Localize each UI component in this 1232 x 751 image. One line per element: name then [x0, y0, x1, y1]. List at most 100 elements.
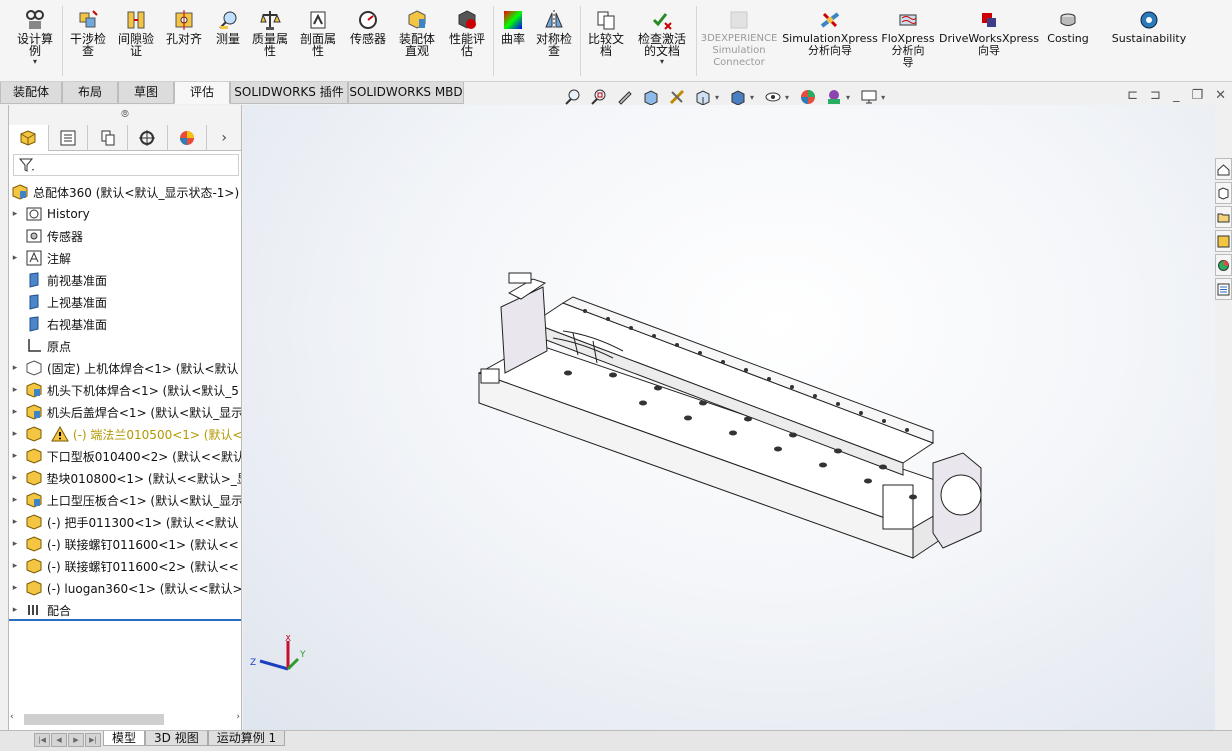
tab-3d-view[interactable]: 3D 视图	[145, 731, 208, 746]
tab-property-manager[interactable]	[49, 125, 89, 151]
tree-item[interactable]: ▸ 垫块010800<1> (默认<<默认>_显	[9, 467, 241, 489]
expand-arrow-icon[interactable]: ▸	[9, 495, 21, 505]
chevron-down-icon[interactable]: ▾	[660, 57, 664, 66]
home-icon[interactable]	[1215, 158, 1232, 180]
graphics-area[interactable]: Z X Y	[243, 105, 1215, 730]
tree-item[interactable]: ▸ (-) luogan360<1> (默认<<默认>	[9, 577, 241, 599]
appearances-icon[interactable]	[1215, 254, 1232, 276]
chevron-down-icon[interactable]: ▾	[785, 93, 789, 102]
tab-model[interactable]: 模型	[103, 731, 146, 746]
expand-arrow-icon[interactable]: ▸	[9, 539, 21, 549]
edit-appearance-button[interactable]	[797, 87, 819, 107]
costing-button[interactable]: Costing	[1042, 0, 1094, 80]
first-tab-icon[interactable]: |◀	[34, 733, 50, 747]
tab-assembly[interactable]: 装配体	[0, 82, 62, 104]
zoom-to-area-button[interactable]	[588, 87, 610, 107]
tree-item[interactable]: ▸ (-) 联接螺钉011600<1> (默认<<	[9, 533, 241, 555]
tree-item[interactable]: ▸ (-) 端法兰010500<1> (默认<	[9, 423, 241, 445]
tree-item[interactable]: ▸ (-) 把手011300<1> (默认<<默认	[9, 511, 241, 533]
tab-evaluate[interactable]: 评估	[174, 82, 230, 104]
zoom-to-fit-button[interactable]	[562, 87, 584, 107]
apply-scene-button[interactable]	[823, 87, 845, 107]
tab-sketch[interactable]: 草图	[118, 82, 174, 104]
scrollbar-thumb[interactable]	[24, 714, 164, 725]
chevron-right-icon[interactable]: ›	[236, 712, 240, 722]
tab-configuration-manager[interactable]	[88, 125, 128, 151]
tree-root-assembly[interactable]: 总配体360 (默认<默认_显示状态-1>)	[9, 181, 241, 203]
tree-item[interactable]: ▸ 注解	[9, 247, 241, 269]
expand-arrow-icon[interactable]: ▸	[9, 605, 21, 615]
clearance-verify-button[interactable]: 间隙验 证	[114, 0, 158, 80]
tree-item[interactable]: 右视基准面	[9, 313, 241, 335]
tree-item[interactable]: ▸ History	[9, 203, 241, 225]
tree-item[interactable]: ▸ 上口型压板合<1> (默认<默认_显示	[9, 489, 241, 511]
driveworksxpress-button[interactable]: DriveWorksXpress 向导	[939, 0, 1039, 80]
tab-solidworks-addins[interactable]: SOLIDWORKS 插件	[230, 82, 348, 104]
floxpress-button[interactable]: FloXpress 分析向 导	[880, 0, 936, 80]
last-tab-icon[interactable]: ▶|	[85, 733, 101, 747]
expand-arrow-icon[interactable]: ▸	[9, 253, 21, 263]
feature-tree-scrollbar[interactable]: ‹ ›	[10, 712, 240, 726]
check-active-document-button[interactable]: 检查激活 的文档 ▾	[632, 0, 692, 80]
tree-item[interactable]: ▸ (-) 联接螺钉011600<2> (默认<<	[9, 555, 241, 577]
expand-arrow-icon[interactable]: ▸	[9, 517, 21, 527]
tree-item[interactable]: ▸ 机头后盖焊合<1> (默认<默认_显示	[9, 401, 241, 423]
hide-show-items-button[interactable]	[762, 87, 784, 107]
view-settings-button[interactable]	[858, 87, 880, 107]
chevron-down-icon[interactable]: ▾	[750, 93, 754, 102]
filter-input[interactable]	[13, 154, 239, 176]
chevron-down-icon[interactable]: ▾	[846, 93, 850, 102]
tree-item[interactable]: 传感器	[9, 225, 241, 247]
tab-layout[interactable]: 布局	[62, 82, 118, 104]
section-properties-button[interactable]: 剖面属 性	[296, 0, 340, 80]
tab-motion-study[interactable]: 运动算例 1	[207, 731, 286, 746]
simulationxpress-button[interactable]: SimulationXpress 分析向导	[782, 0, 878, 80]
expand-arrow-icon[interactable]: ▸	[9, 429, 21, 439]
tree-item[interactable]: 原点	[9, 335, 241, 357]
previous-tab-icon[interactable]: ◀	[51, 733, 67, 747]
tree-item[interactable]: ▸ 配合	[9, 599, 241, 621]
custom-properties-icon[interactable]	[1215, 278, 1232, 300]
view-orientation-button[interactable]	[692, 87, 714, 107]
chevron-down-icon[interactable]: ▾	[715, 93, 719, 102]
expand-arrow-icon[interactable]: ▸	[9, 583, 21, 593]
dynamic-annotation-button[interactable]	[666, 87, 688, 107]
assembly-model-render[interactable]	[473, 263, 983, 563]
design-study-button[interactable]: 设计算 例 ▾	[10, 0, 60, 80]
tab-display-manager[interactable]	[168, 125, 208, 151]
restore-icon[interactable]: ❐	[1191, 88, 1203, 103]
file-explorer-icon[interactable]	[1215, 206, 1232, 228]
chevron-right-icon[interactable]: ›	[207, 125, 241, 150]
tab-feature-manager[interactable]	[9, 125, 49, 151]
next-tab-icon[interactable]: ▶	[68, 733, 84, 747]
sustainability-button[interactable]: Sustainability	[1108, 0, 1190, 80]
expand-arrow-icon[interactable]: ▸	[9, 407, 21, 417]
expand-arrow-icon[interactable]: ▸	[9, 385, 21, 395]
expand-arrow-icon[interactable]: ▸	[9, 363, 21, 373]
tree-item[interactable]: 前视基准面	[9, 269, 241, 291]
tree-item[interactable]: ▸ (固定) 上机体焊合<1> (默认<默认	[9, 357, 241, 379]
minimize-icon[interactable]: _	[1173, 88, 1180, 103]
panel-grip[interactable]: ⦾	[9, 105, 241, 125]
close-icon[interactable]: ✕	[1215, 88, 1226, 103]
expand-arrow-icon[interactable]: ▸	[9, 209, 21, 219]
expand-arrow-icon[interactable]: ▸	[9, 473, 21, 483]
design-library-icon[interactable]	[1215, 182, 1232, 204]
tile-right-icon[interactable]: ⊐	[1150, 88, 1161, 103]
interference-check-button[interactable]: 干涉检 查	[66, 0, 110, 80]
tab-solidworks-mbd[interactable]: SOLIDWORKS MBD	[348, 82, 464, 104]
expand-arrow-icon[interactable]: ▸	[9, 451, 21, 461]
tree-item[interactable]: 上视基准面	[9, 291, 241, 313]
display-style-button[interactable]	[727, 87, 749, 107]
tree-item[interactable]: ▸ 下口型板010400<2> (默认<<默认	[9, 445, 241, 467]
hole-alignment-button[interactable]: 孔对齐	[162, 0, 206, 80]
section-view-button[interactable]	[640, 87, 662, 107]
mass-properties-button[interactable]: 质量属 性	[248, 0, 292, 80]
previous-view-button[interactable]	[614, 87, 636, 107]
chevron-down-icon[interactable]: ▾	[33, 57, 37, 66]
chevron-left-icon[interactable]: ‹	[10, 712, 14, 722]
chevron-down-icon[interactable]: ▾	[881, 93, 885, 102]
tree-item[interactable]: ▸ 机头下机体焊合<1> (默认<默认_5	[9, 379, 241, 401]
measure-button[interactable]: 测量	[208, 0, 248, 80]
performance-evaluation-button[interactable]: 性能评 估	[444, 0, 490, 80]
